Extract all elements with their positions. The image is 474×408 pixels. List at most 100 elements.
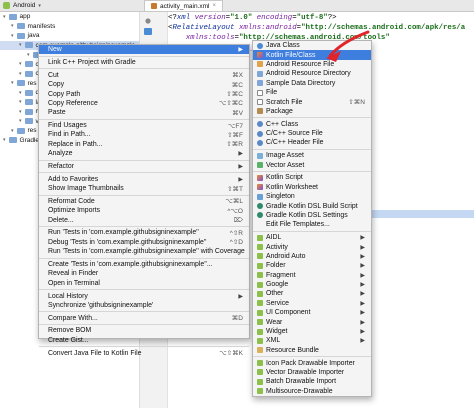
menu-item[interactable]: Debug 'Tests in 'com.example.githubsigni… [39, 238, 249, 247]
menu-item[interactable]: Copy Reference ⌥⇧⌘C [39, 99, 249, 108]
submenu-item[interactable]: C/C++ Header File [253, 138, 371, 147]
menu-item[interactable]: Create 'Tests in 'com.example.githubsign… [39, 260, 249, 269]
submenu-item-label: File [266, 89, 278, 97]
chevron-icon[interactable]: ▾ [11, 128, 14, 134]
chevron-icon[interactable]: ▾ [3, 137, 6, 143]
tree-item[interactable]: ▾ manifests [0, 22, 139, 32]
menu-item[interactable]: Reformat Code ⌥⌘L [39, 197, 249, 206]
chevron-icon[interactable]: ▾ [19, 90, 22, 96]
submenu-item[interactable]: Android Resource File [253, 60, 371, 69]
submenu-item[interactable]: Resource Bundle [253, 346, 371, 355]
menu-item[interactable]: Delete... ⌦ [39, 216, 249, 225]
menu-item[interactable]: Convert Java File to Kotlin File ⌥⇧⌘K [39, 348, 249, 358]
submenu-item[interactable]: Singleton [253, 192, 371, 201]
submenu-item[interactable]: Package [253, 107, 371, 116]
submenu-item[interactable]: C/C++ Source File [253, 129, 371, 138]
submenu-item[interactable]: Icon Pack Drawable Importer [253, 358, 371, 367]
file-icon [257, 89, 263, 96]
chevron-icon[interactable]: ▾ [19, 109, 22, 115]
submenu-item[interactable]: Gradle Kotlin DSL Settings [253, 211, 371, 220]
submenu-item[interactable]: Android Resource Directory [253, 69, 371, 78]
chevron-icon[interactable]: ▾ [19, 99, 22, 105]
submenu-item[interactable]: AIDL ▶ [253, 233, 371, 242]
submenu-item[interactable]: Sample Data Directory [253, 79, 371, 88]
submenu-item[interactable]: Kotlin Worksheet [253, 183, 371, 192]
submenu-arrow-icon: ▶ [238, 47, 243, 54]
submenu-item[interactable]: Folder ▶ [253, 261, 371, 270]
menu-item[interactable]: Replace in Path... ⇧⌘R [39, 140, 249, 149]
menu-separator [39, 311, 249, 313]
menu-item[interactable]: Open in Terminal [39, 279, 249, 288]
submenu-item[interactable]: Wear ▶ [253, 317, 371, 326]
android-icon [257, 337, 263, 344]
submenu-item[interactable]: Scratch File ⇧⌘N [253, 97, 371, 106]
tree-item[interactable]: ▾ java [0, 31, 139, 41]
submenu-item[interactable]: Fragment ▶ [253, 270, 371, 279]
submenu-item[interactable]: Activity ▶ [253, 242, 371, 251]
menu-item[interactable]: Compare With... ⌘D [39, 314, 249, 323]
menu-item[interactable]: Paste ⌘V [39, 108, 249, 117]
menu-item[interactable]: Run 'Tests in 'com.example.githubsignine… [39, 247, 249, 256]
submenu-item[interactable]: Edit File Templates... [253, 220, 371, 229]
menu-item-shortcut: ^⇧R [229, 229, 243, 237]
menu-item-label: Reformat Code [48, 197, 95, 205]
menu-item[interactable]: Remove BOM [39, 326, 249, 335]
menu-item[interactable]: Create Gist... [39, 336, 249, 345]
submenu-item[interactable]: UI Component ▶ [253, 308, 371, 317]
submenu-item[interactable]: File [253, 88, 371, 97]
menu-item[interactable]: Reveal in Finder [39, 269, 249, 278]
submenu-item[interactable]: XML ▶ [253, 336, 371, 345]
chevron-icon[interactable]: ▾ [11, 80, 14, 86]
submenu-item[interactable]: Vector Asset [253, 160, 371, 169]
submenu-item-label: Resource Bundle [266, 346, 319, 354]
menu-item[interactable]: Show Image Thumbnails ⇧⌘T [39, 184, 249, 193]
menu-item[interactable]: Optimize Imports ^⌥O [39, 206, 249, 215]
chevron-icon[interactable]: ▾ [19, 71, 22, 77]
chevron-icon[interactable]: ▾ [3, 14, 6, 20]
editor-tab[interactable]: activity_main.xml × [144, 0, 223, 11]
chevron-icon[interactable]: ▾ [11, 23, 14, 29]
menu-separator [39, 324, 249, 326]
submenu-item[interactable]: Batch Drawable Import [253, 377, 371, 386]
menu-item[interactable]: Copy Path ⇧⌘C [39, 89, 249, 99]
submenu-arrow-icon: ▶ [360, 244, 365, 251]
submenu-item[interactable]: Widget ▶ [253, 327, 371, 336]
menu-item[interactable]: Local History ▶ [39, 291, 249, 300]
submenu-item[interactable]: Android Auto ▶ [253, 252, 371, 261]
menu-item-shortcut: ⇧⌘T [227, 185, 243, 193]
submenu-item[interactable]: Service ▶ [253, 299, 371, 308]
chevron-icon[interactable]: ▾ [11, 33, 14, 39]
submenu-item[interactable]: Java Class [253, 41, 371, 50]
folder-icon [257, 80, 263, 87]
submenu-arrow-icon: ▶ [360, 272, 365, 279]
submenu-item[interactable]: Vector Drawable Importer [253, 368, 371, 377]
tree-item[interactable]: ▾ app [0, 12, 139, 22]
menu-item[interactable]: Copy ⌘C [39, 80, 249, 89]
menu-item[interactable]: Analyze ▶ [39, 149, 249, 158]
submenu-item[interactable]: Kotlin File/Class [253, 50, 371, 60]
submenu-item[interactable]: Google ▶ [253, 280, 371, 289]
menu-item[interactable]: Run 'Tests in 'com.example.githubsignine… [39, 228, 249, 237]
menu-item[interactable]: Add to Favorites ▶ [39, 175, 249, 184]
menu-item[interactable]: New ▶ [39, 45, 249, 55]
submenu-item[interactable]: Image Asset [253, 151, 371, 160]
menu-item[interactable]: Find Usages ⌥F7 [39, 121, 249, 130]
menu-item[interactable]: Link C++ Project with Gradle [39, 58, 249, 67]
submenu-item[interactable]: Multisource-Drawable [253, 387, 371, 396]
menu-item[interactable]: Synchronize 'githubsigninexample' [39, 301, 249, 310]
submenu-item[interactable]: Kotlin Script [253, 173, 371, 182]
submenu-item[interactable]: Gradle Kotlin DSL Build Script [253, 201, 371, 210]
project-view-selector[interactable]: Android ▾ [0, 0, 140, 12]
chevron-icon[interactable]: ▾ [19, 61, 22, 67]
close-icon[interactable]: × [212, 3, 216, 9]
chevron-icon[interactable]: ▾ [19, 118, 22, 124]
menu-item[interactable]: Find in Path... ⇧⌘F [39, 130, 249, 139]
chevron-icon[interactable]: ▾ [27, 52, 30, 58]
menu-item[interactable]: Refactor ▶ [39, 162, 249, 171]
submenu-item[interactable]: C++ Class [253, 120, 371, 129]
android-icon [257, 281, 263, 288]
resource-file-icon [257, 61, 263, 68]
submenu-item[interactable]: Other ▶ [253, 289, 371, 298]
menu-item[interactable]: Cut ⌘X [39, 71, 249, 80]
chevron-icon[interactable]: ▾ [19, 42, 22, 48]
